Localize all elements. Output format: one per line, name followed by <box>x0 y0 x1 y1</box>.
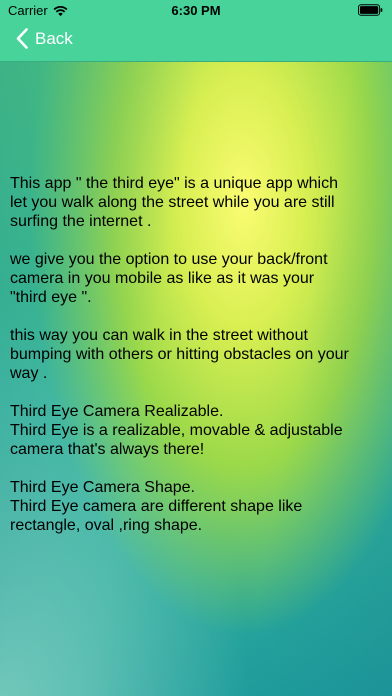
status-time: 6:30 PM <box>171 3 221 18</box>
navigation-bar: Back <box>0 20 392 62</box>
paragraph-camera-option: we give you the option to use your back/… <box>10 251 328 306</box>
content-area: This app " the third eye" is a unique ap… <box>0 62 392 696</box>
chevron-left-icon <box>16 28 28 49</box>
screen: Carrier 6:30 PM Back This app " the thir… <box>0 0 392 696</box>
description-text: This app " the third eye" is a unique ap… <box>10 174 385 535</box>
status-bar: Carrier 6:30 PM <box>0 0 392 20</box>
paragraph-intro: This app " the third eye" is a unique ap… <box>10 175 338 230</box>
paragraph-shape: Third Eye Camera Shape. Third Eye camera… <box>10 479 303 534</box>
back-button-label: Back <box>35 28 73 48</box>
battery-icon <box>358 4 383 16</box>
paragraph-realizable: Third Eye Camera Realizable. Third Eye i… <box>10 403 343 458</box>
back-button[interactable]: Back <box>16 28 73 49</box>
paragraph-walk: this way you can walk in the street with… <box>10 327 349 382</box>
